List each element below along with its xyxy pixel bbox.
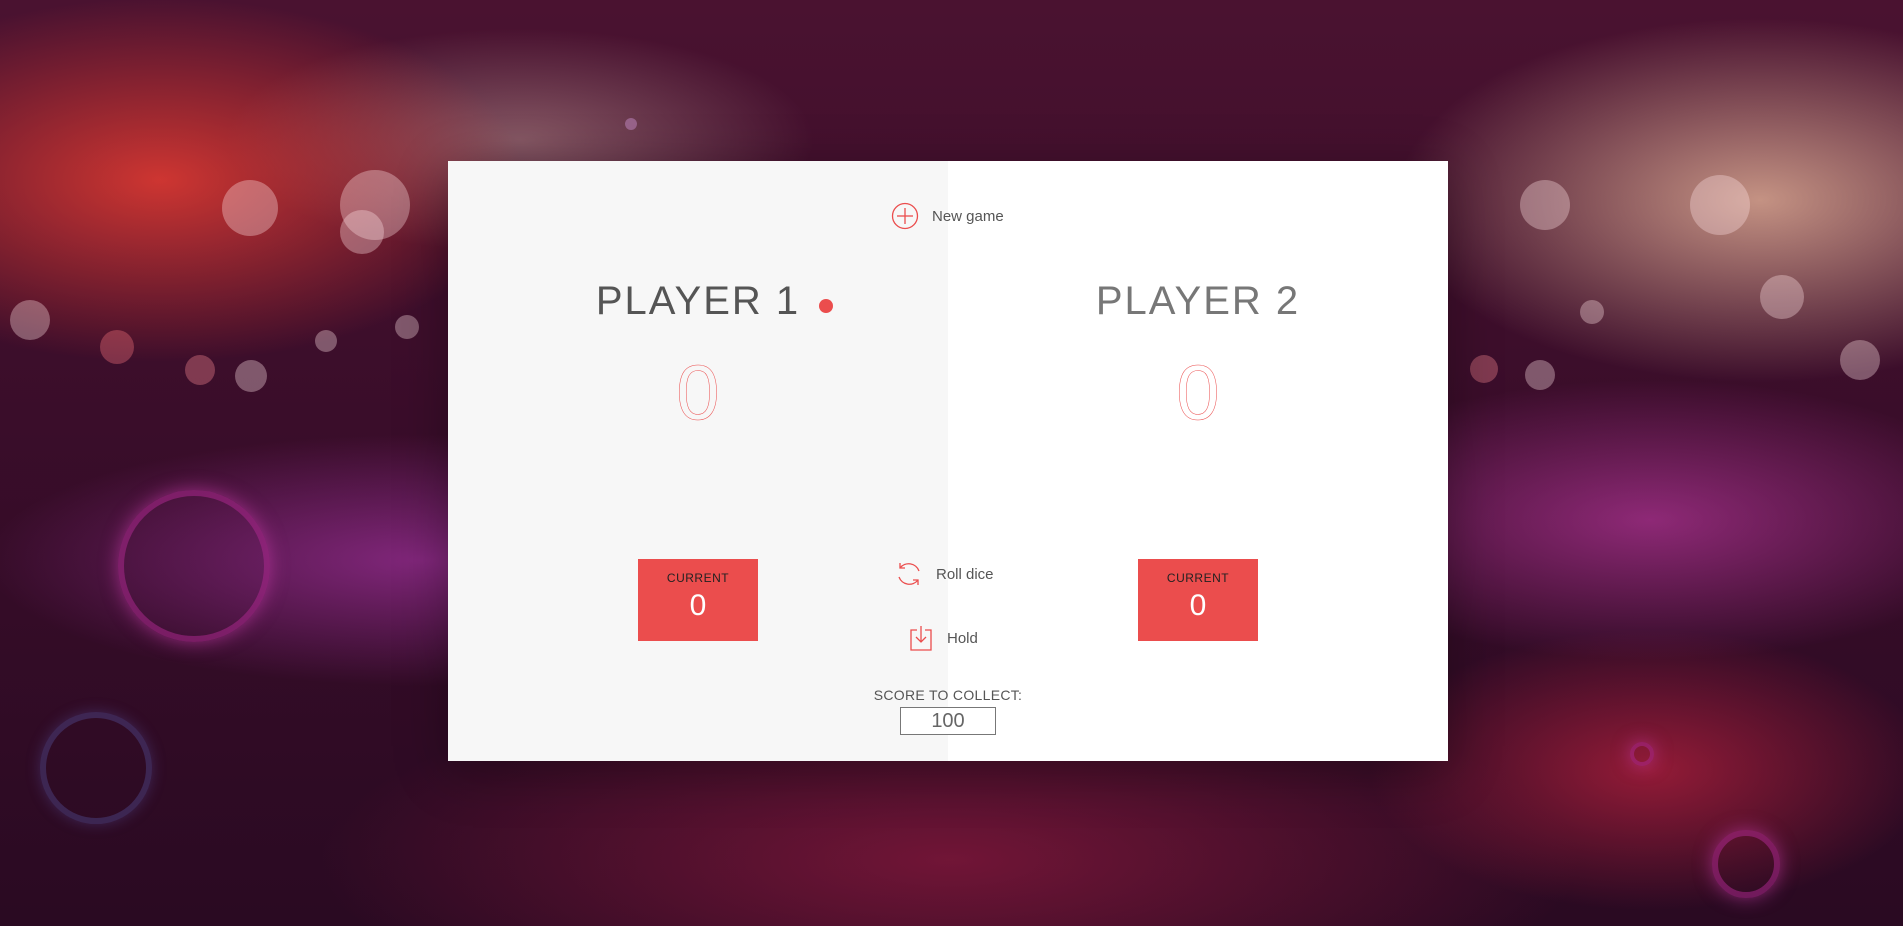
hold-label: Hold — [947, 629, 978, 647]
bokeh-light — [1525, 360, 1555, 390]
hold-button[interactable]: Hold — [909, 624, 978, 652]
bokeh-light — [1690, 175, 1750, 235]
player-1-panel: PLAYER 1 0 CURRENT 0 — [448, 161, 948, 761]
plus-circle-icon — [890, 201, 920, 231]
download-icon — [909, 624, 933, 652]
refresh-icon — [894, 559, 924, 589]
player-2-score: 0 — [1176, 348, 1220, 436]
player-2-current-label: CURRENT — [1166, 571, 1230, 585]
bokeh-ring — [1630, 742, 1654, 766]
game-board: PLAYER 1 0 CURRENT 0 PLAYER 2 0 CURRENT … — [448, 161, 1448, 761]
new-game-button[interactable]: New game — [890, 201, 1004, 231]
bokeh-light — [625, 118, 637, 130]
bokeh-light — [1470, 355, 1498, 383]
bokeh-light — [1760, 275, 1804, 319]
player-1-score: 0 — [676, 348, 720, 436]
bokeh-light — [222, 180, 278, 236]
active-player-indicator — [819, 299, 833, 313]
score-to-collect: SCORE TO COLLECT: — [448, 687, 1448, 735]
bokeh-light — [315, 330, 337, 352]
bokeh-light — [10, 300, 50, 340]
bokeh-light — [185, 355, 215, 385]
bokeh-ring — [1712, 830, 1780, 898]
player-1-current-label: CURRENT — [666, 571, 730, 585]
bokeh-light — [340, 210, 384, 254]
bokeh-light — [395, 315, 419, 339]
player-1-name: PLAYER 1 — [595, 279, 801, 323]
bokeh-ring — [40, 712, 152, 824]
bokeh-light — [100, 330, 134, 364]
bokeh-light — [235, 360, 267, 392]
score-to-collect-input[interactable] — [900, 707, 996, 735]
player-2-name: PLAYER 2 — [1095, 279, 1301, 323]
bokeh-ring — [118, 490, 270, 642]
player-1-current-box: CURRENT 0 — [638, 559, 758, 641]
player-2-current-score: 0 — [1189, 589, 1207, 622]
new-game-label: New game — [932, 207, 1004, 225]
player-2-current-box: CURRENT 0 — [1138, 559, 1258, 641]
roll-dice-label: Roll dice — [936, 565, 994, 583]
bokeh-light — [1520, 180, 1570, 230]
bokeh-light — [1840, 340, 1880, 380]
score-to-collect-label: SCORE TO COLLECT: — [873, 687, 1023, 703]
player-2-panel: PLAYER 2 0 CURRENT 0 — [948, 161, 1448, 761]
roll-dice-button[interactable]: Roll dice — [894, 559, 994, 589]
player-1-current-score: 0 — [689, 589, 707, 622]
bokeh-light — [1580, 300, 1604, 324]
